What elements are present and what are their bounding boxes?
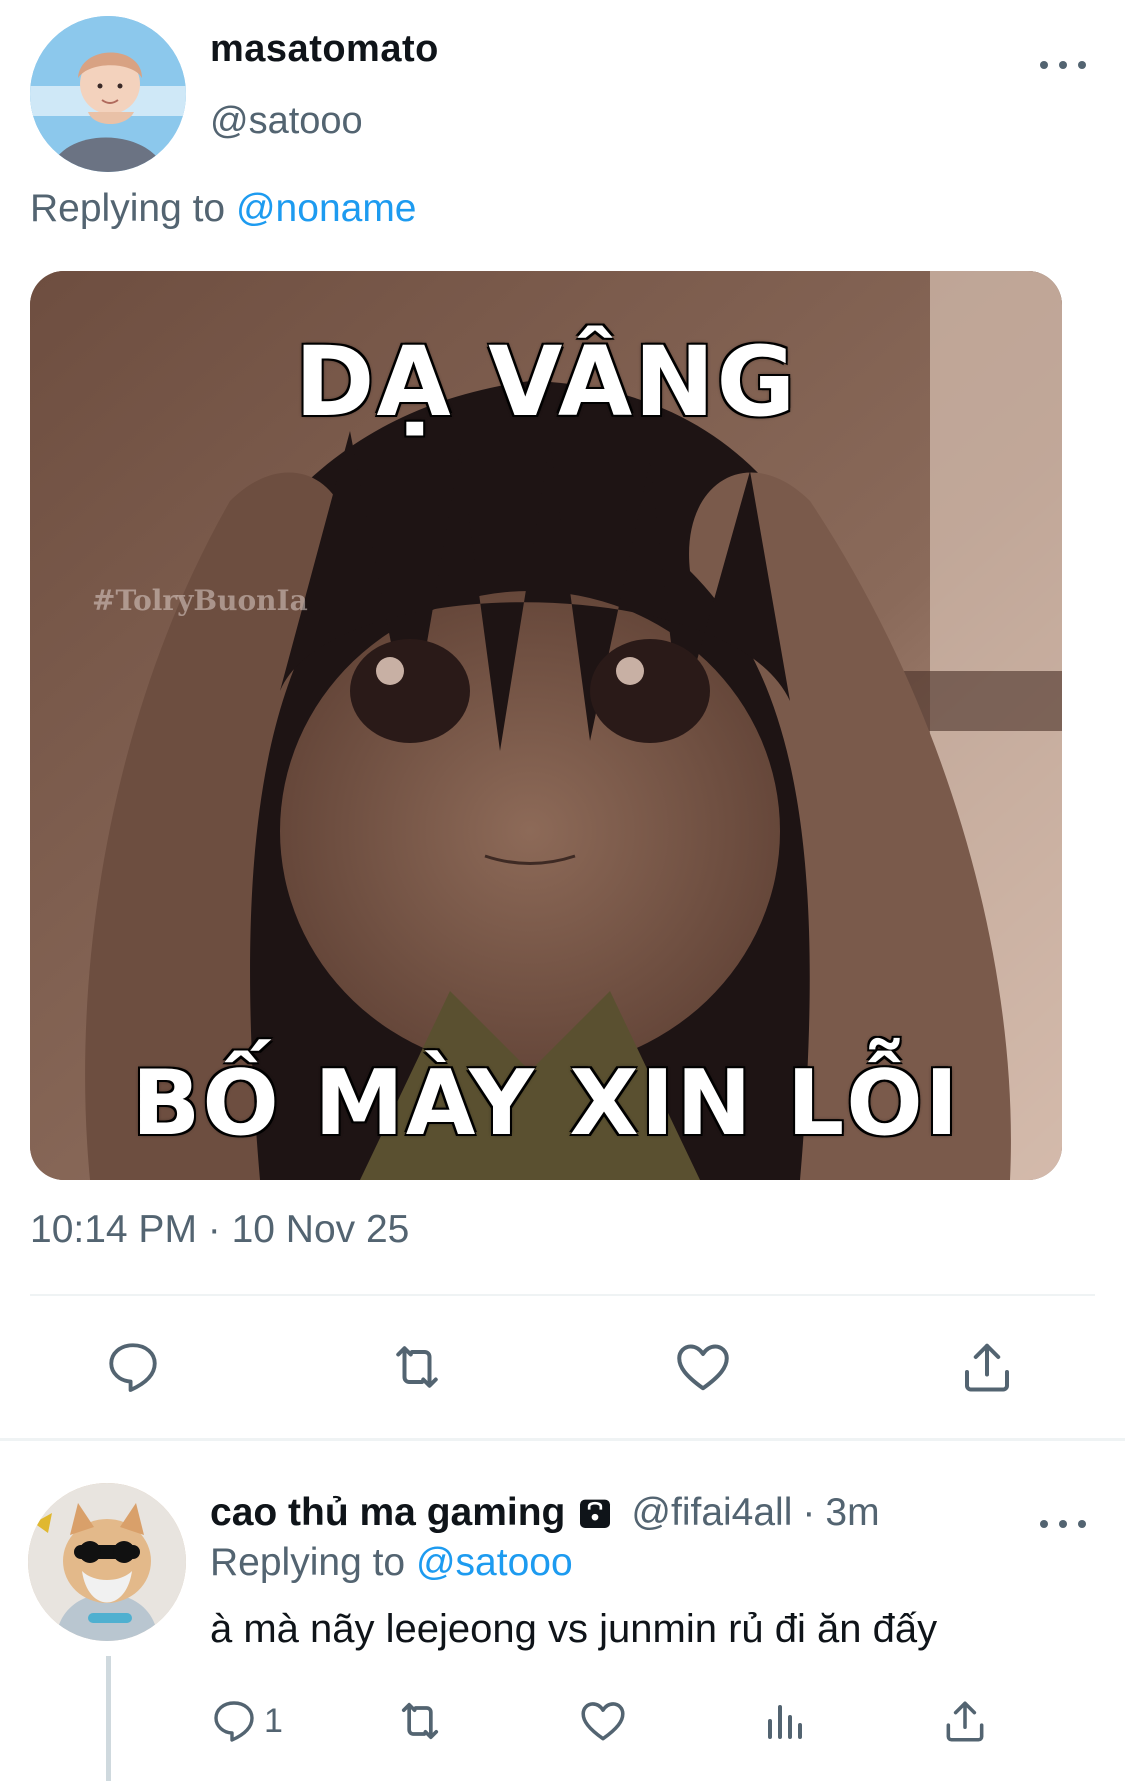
reply-retweet-button[interactable]: [394, 1691, 446, 1751]
author-avatar[interactable]: [30, 16, 186, 172]
reply-count: 1: [264, 1701, 283, 1740]
more-dot-icon: [1040, 61, 1048, 69]
like-button[interactable]: [666, 1330, 740, 1404]
share-icon: [946, 1701, 984, 1742]
reply-icon: [214, 1701, 254, 1742]
reply-more-options-button[interactable]: [1040, 1509, 1086, 1539]
replying-to-prefix: Replying to: [30, 187, 226, 230]
separator-dot: ·: [802, 1491, 816, 1534]
replying-to-mention[interactable]: @noname: [236, 187, 417, 230]
reply-text: à mà nãy leejeong vs junmin rủ đi ăn đấy: [210, 1607, 938, 1651]
like-icon: [677, 1344, 729, 1391]
more-dot-icon: [1040, 1520, 1048, 1528]
reply-author-display-name[interactable]: cao thủ ma gaming: [210, 1491, 565, 1535]
protected-lock-icon: [580, 1499, 611, 1528]
reply-replying-to-line: Replying to @satooo: [210, 1541, 573, 1585]
reply-action-bar: 1: [0, 1691, 1125, 1751]
retweet-icon: [401, 1702, 439, 1740]
replying-to-line: Replying to @noname: [30, 187, 417, 231]
share-button[interactable]: [950, 1330, 1024, 1404]
tweet-media-image[interactable]: #TolryBuonIa DẠ VÂNG BỐ MÀY XIN LỖI: [30, 271, 1062, 1180]
reply-reply-button[interactable]: 1: [210, 1691, 283, 1751]
more-dot-icon: [1078, 61, 1086, 69]
replying-to-prefix: Replying to: [210, 1541, 406, 1584]
reply-tweet[interactable]: cao thủ ma gaming @fifai4all · 3m Replyi…: [0, 1441, 1125, 1781]
reply-header: cao thủ ma gaming @fifai4all · 3m: [210, 1491, 880, 1535]
reply-button[interactable]: [96, 1330, 170, 1404]
divider: [30, 1294, 1095, 1296]
more-dot-icon: [1059, 61, 1067, 69]
retweet-button[interactable]: [380, 1330, 454, 1404]
reply-author-handle[interactable]: @fifai4all: [631, 1491, 792, 1535]
more-options-button[interactable]: [1040, 50, 1086, 80]
share-icon: [965, 1343, 1009, 1392]
more-dot-icon: [1059, 1520, 1067, 1528]
tweet-timestamp[interactable]: 10:14 PM · 10 Nov 25: [30, 1208, 409, 1252]
main-tweet: masatomato @satooo Replying to @noname #…: [0, 0, 1125, 1441]
meme-bottom-caption: BỐ MÀY XIN LỖI: [131, 1051, 961, 1156]
more-dot-icon: [1078, 1520, 1086, 1528]
reply-timestamp[interactable]: 3m: [825, 1491, 879, 1535]
replying-to-mention[interactable]: @satooo: [416, 1541, 573, 1584]
reply-like-button[interactable]: [578, 1691, 628, 1751]
like-icon: [581, 1702, 625, 1741]
reply-share-button[interactable]: [940, 1691, 990, 1751]
reply-analytics-button[interactable]: [762, 1691, 810, 1751]
retweet-icon: [396, 1346, 438, 1388]
analytics-icon: [768, 1705, 802, 1739]
tweet-action-bar: [0, 1330, 1125, 1404]
reply-icon: [109, 1343, 157, 1392]
meme-watermark: #TolryBuonIa: [92, 584, 308, 617]
meme-top-caption: DẠ VÂNG: [294, 326, 798, 438]
reply-author-avatar[interactable]: [28, 1483, 186, 1641]
author-handle[interactable]: @satooo: [210, 100, 363, 143]
author-display-name[interactable]: masatomato: [210, 28, 439, 71]
